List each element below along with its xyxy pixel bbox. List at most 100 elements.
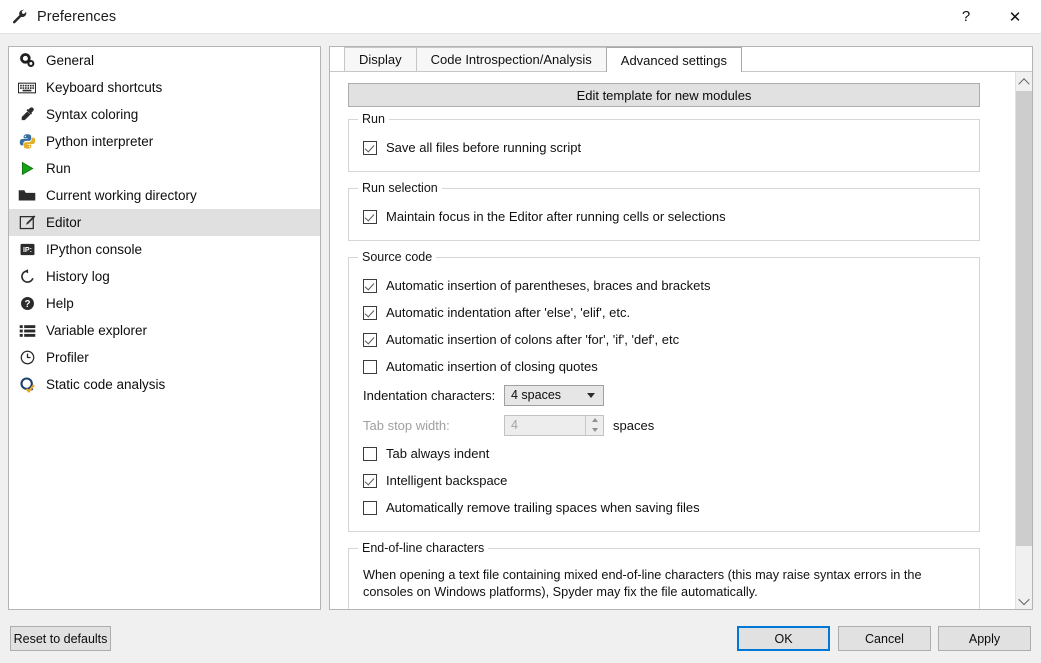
apply-button[interactable]: Apply xyxy=(938,626,1031,651)
group-source-code: Source code Automatic insertion of paren… xyxy=(348,250,980,532)
indentation-characters-select[interactable]: 4 spaces xyxy=(504,384,604,406)
sidebar-item-label: General xyxy=(46,53,95,68)
eol-description: When opening a text file containing mixe… xyxy=(363,568,922,599)
eyedropper-icon xyxy=(17,105,37,125)
history-icon xyxy=(17,267,37,287)
sidebar-item-label: Current working directory xyxy=(46,188,197,203)
sidebar-item-run[interactable]: Run xyxy=(9,155,320,182)
edit-template-button[interactable]: Edit template for new modules xyxy=(348,83,980,107)
group-title: Run xyxy=(358,112,389,126)
checkbox-save-all-files[interactable] xyxy=(363,140,377,155)
sidebar-item-static-code-analysis[interactable]: Static code analysis xyxy=(9,371,320,398)
sidebar-item-label: Python interpreter xyxy=(46,134,154,149)
sidebar-item-label: History log xyxy=(46,269,110,284)
folder-icon xyxy=(17,186,37,206)
tab-stop-width-value: 4 xyxy=(511,418,518,432)
checkbox-row-auto-colons[interactable]: Automatic insertion of colons after 'for… xyxy=(349,326,979,353)
checkbox-label: Automatically remove trailing spaces whe… xyxy=(386,500,700,515)
sidebar-item-label: Static code analysis xyxy=(46,377,166,392)
checkbox-row-maintain-focus[interactable]: Maintain focus in the Editor after runni… xyxy=(349,203,979,230)
checkbox-label: Automatic indentation after 'else', 'eli… xyxy=(386,305,631,320)
tab-bar: Display Code Introspection/Analysis Adva… xyxy=(330,47,1032,72)
sidebar-item-profiler[interactable]: Profiler xyxy=(9,344,320,371)
sidebar-item-keyboard-shortcuts[interactable]: Keyboard shortcuts xyxy=(9,74,320,101)
checkbox-maintain-focus[interactable] xyxy=(363,209,377,224)
checkbox-label: Tab always indent xyxy=(386,446,490,461)
checkbox-label: Intelligent backspace xyxy=(386,473,508,488)
group-run-selection: Run selection Maintain focus in the Edit… xyxy=(348,181,980,241)
sidebar-item-python-interpreter[interactable]: Python interpreter xyxy=(9,128,320,155)
settings-scroll-area: Edit template for new modules Run Save a… xyxy=(330,72,1032,609)
sidebar-item-current-working-directory[interactable]: Current working directory xyxy=(9,182,320,209)
sidebar-item-label: Run xyxy=(46,161,71,176)
checkbox-auto-parentheses[interactable] xyxy=(363,278,377,293)
ok-button[interactable]: OK xyxy=(737,626,830,651)
field-row-indentation-characters: Indentation characters: 4 spaces xyxy=(349,380,979,410)
sidebar-item-ipython-console[interactable]: IP: IPython console xyxy=(9,236,320,263)
indentation-characters-label: Indentation characters: xyxy=(363,387,496,403)
checkbox-label: Maintain focus in the Editor after runni… xyxy=(386,209,726,224)
checkbox-row-tab-always-indent[interactable]: Tab always indent xyxy=(349,440,979,467)
checkbox-auto-closing-quotes[interactable] xyxy=(363,359,377,374)
sidebar-item-label: IPython console xyxy=(46,242,143,257)
help-button[interactable]: ? xyxy=(943,0,989,33)
sidebar-item-history-log[interactable]: History log xyxy=(9,263,320,290)
checkbox-row-auto-closing-quotes[interactable]: Automatic insertion of closing quotes xyxy=(349,353,979,380)
svg-text:IP:: IP: xyxy=(22,246,31,254)
chevron-up-icon xyxy=(1018,77,1030,89)
checkbox-auto-colons[interactable] xyxy=(363,332,377,347)
cancel-button[interactable]: Cancel xyxy=(838,626,931,651)
checkbox-row-remove-trailing-spaces[interactable]: Automatically remove trailing spaces whe… xyxy=(349,494,979,521)
sidebar-item-label: Editor xyxy=(46,215,82,230)
title-separator xyxy=(0,33,1041,34)
scroll-up-button[interactable] xyxy=(1016,72,1032,89)
group-title: Run selection xyxy=(358,181,442,195)
checkbox-row-intelligent-backspace[interactable]: Intelligent backspace xyxy=(349,467,979,494)
close-button[interactable]: ✕ xyxy=(989,0,1041,33)
settings-content: Edit template for new modules Run Save a… xyxy=(330,72,1032,609)
group-title: Source code xyxy=(358,250,437,264)
checkbox-label: Automatic insertion of colons after 'for… xyxy=(386,332,680,347)
scrollbar-thumb[interactable] xyxy=(1016,91,1032,546)
checkbox-row-auto-indentation[interactable]: Automatic indentation after 'else', 'eli… xyxy=(349,299,979,326)
chevron-down-icon xyxy=(587,393,595,398)
preferences-category-list[interactable]: General Keyboard shortcuts Syntax colori… xyxy=(8,46,321,610)
checkbox-row-save-all-files[interactable]: Save all files before running script xyxy=(349,134,979,161)
sidebar-item-syntax-coloring[interactable]: Syntax coloring xyxy=(9,101,320,128)
gears-icon xyxy=(17,51,37,71)
window-title: Preferences xyxy=(37,8,117,25)
sidebar-item-editor[interactable]: Editor xyxy=(9,209,320,236)
keyboard-icon xyxy=(17,78,37,98)
sidebar-item-variable-explorer[interactable]: Variable explorer xyxy=(9,317,320,344)
tab-advanced-settings[interactable]: Advanced settings xyxy=(605,47,743,72)
checkbox-label: Save all files before running script xyxy=(386,140,582,155)
vertical-scrollbar[interactable] xyxy=(1015,72,1032,609)
sidebar-item-help[interactable]: ? Help xyxy=(9,290,320,317)
play-icon xyxy=(17,159,37,179)
scroll-down-button[interactable] xyxy=(1016,592,1032,609)
python-icon xyxy=(17,132,37,152)
tab-display[interactable]: Display xyxy=(344,47,417,71)
checkbox-remove-trailing-spaces[interactable] xyxy=(363,500,377,515)
checkbox-tab-always-indent[interactable] xyxy=(363,446,377,461)
ipython-icon: IP: xyxy=(17,240,37,260)
spinner-up-icon[interactable] xyxy=(586,416,603,426)
checkbox-row-auto-parentheses[interactable]: Automatic insertion of parentheses, brac… xyxy=(349,272,979,299)
tab-stop-width-spinner[interactable]: 4 xyxy=(504,414,604,436)
group-title: End-of-line characters xyxy=(358,541,489,555)
sidebar-item-label: Variable explorer xyxy=(46,323,148,338)
checkbox-auto-indentation[interactable] xyxy=(363,305,377,320)
spinner-down-icon[interactable] xyxy=(586,425,603,435)
spinner-buttons[interactable] xyxy=(585,415,603,435)
checkbox-intelligent-backspace[interactable] xyxy=(363,473,377,488)
question-circle-icon: ? xyxy=(17,294,37,314)
window-controls: ? ✕ xyxy=(943,0,1041,33)
wrench-icon xyxy=(10,8,28,26)
sidebar-item-general[interactable]: General xyxy=(9,47,320,74)
title-bar: Preferences ? ✕ xyxy=(0,0,1041,33)
reset-to-defaults-button[interactable]: Reset to defaults xyxy=(10,626,111,651)
tab-stop-width-label: Tab stop width: xyxy=(363,417,450,433)
tab-code-introspection-analysis[interactable]: Code Introspection/Analysis xyxy=(415,47,607,71)
sidebar-item-label: Keyboard shortcuts xyxy=(46,80,163,95)
group-run: Run Save all files before running script xyxy=(348,112,980,172)
